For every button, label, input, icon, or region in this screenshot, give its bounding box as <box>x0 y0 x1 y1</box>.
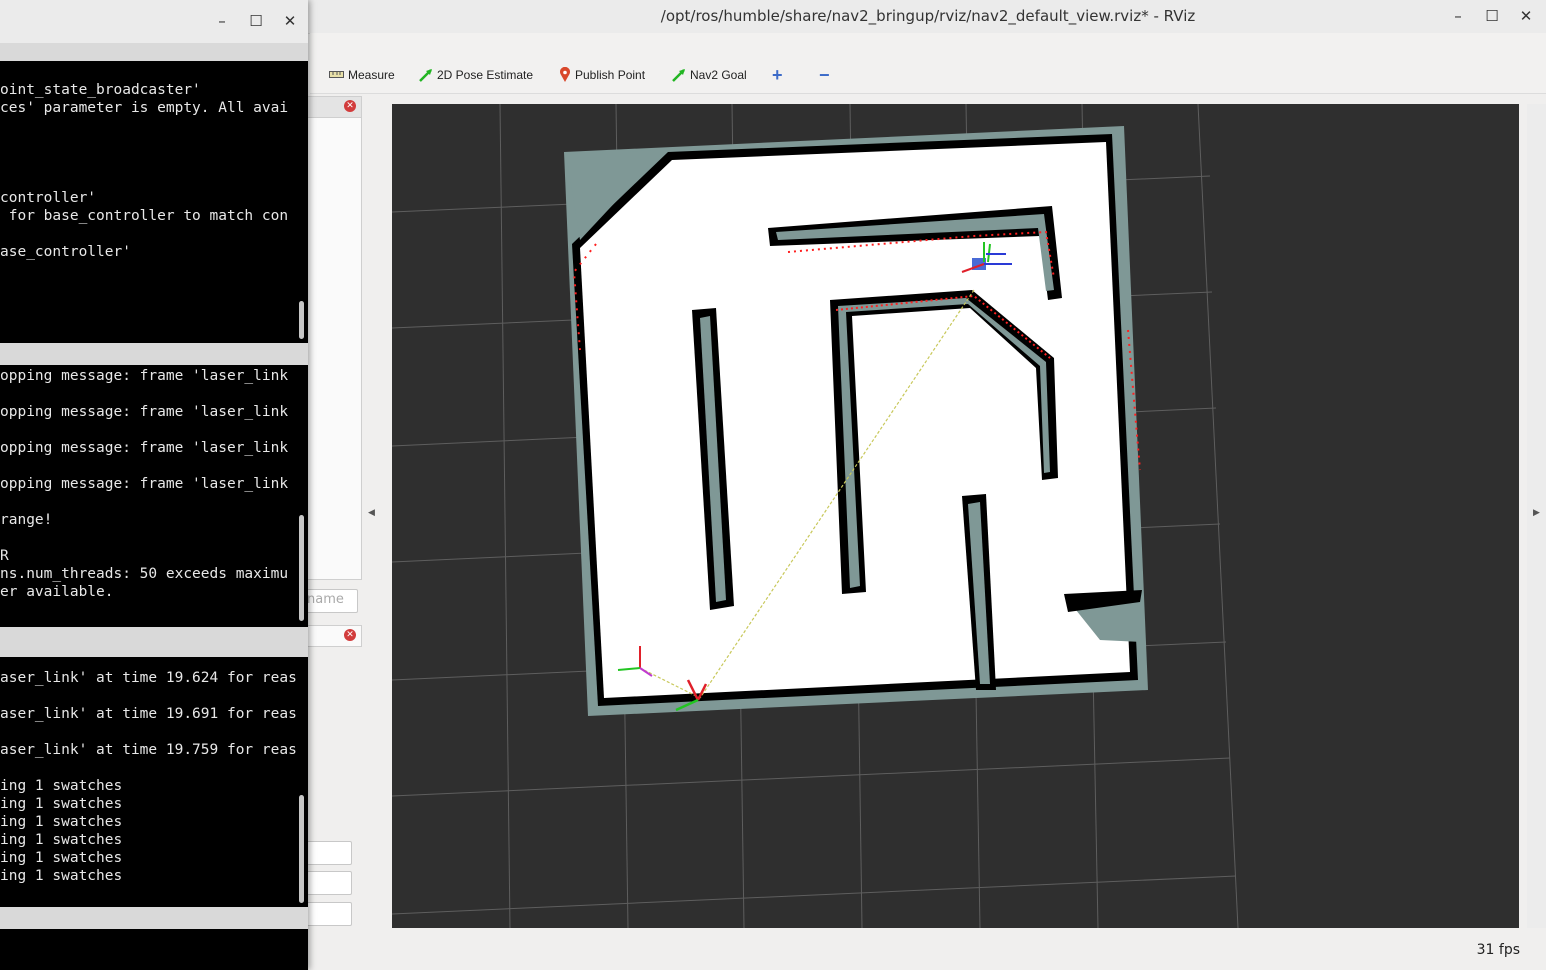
terminal-pane-2[interactable]: opping message: frame 'laser_link opping… <box>0 365 308 627</box>
pane-header <box>0 343 308 365</box>
terminal-pane-4[interactable] <box>0 929 308 970</box>
statusbar: 31 fps <box>310 930 1546 970</box>
terminal-line: ns.num_threads: 50 exceeds maximu <box>0 566 289 582</box>
add-tool-button[interactable]: + <box>772 57 783 93</box>
terminal-line: aser_link' at time 19.759 for reas <box>0 742 297 758</box>
toolbar: Measure 2D Pose Estimate Publish Point N… <box>310 57 1546 94</box>
terminal-pane-1[interactable]: oint_state_broadcaster' ces' parameter i… <box>0 61 308 343</box>
pane-header <box>0 907 308 929</box>
terminal-line: ase_controller' <box>0 244 131 260</box>
terminal-window[interactable]: – ☐ ✕ oint_state_broadcaster' ces' param… <box>0 0 308 970</box>
3d-viewport[interactable] <box>392 104 1519 928</box>
pane-header <box>0 43 308 61</box>
right-dock-handle[interactable]: ▶ <box>1527 104 1546 928</box>
publish-point-tool[interactable]: Publish Point <box>559 57 645 93</box>
maximize-button[interactable]: ☐ <box>1481 6 1503 28</box>
occupancy-map <box>564 126 1148 716</box>
terminal-line: ing 1 swatches <box>0 832 123 848</box>
minimize-button[interactable]: – <box>211 11 233 33</box>
green-arrow-icon <box>672 69 685 82</box>
close-panel-icon[interactable]: ✕ <box>344 629 356 641</box>
terminal-line: er available. <box>0 584 114 600</box>
remove-tool-button[interactable]: − <box>819 57 830 93</box>
terminal-line: R <box>0 548 9 564</box>
terminal-line: ing 1 swatches <box>0 796 123 812</box>
menubar <box>310 33 1546 57</box>
terminal-titlebar[interactable]: – ☐ ✕ <box>0 0 308 43</box>
publish-point-label: Publish Point <box>575 68 646 82</box>
terminal-line: opping message: frame 'laser_link <box>0 368 289 384</box>
measure-tool[interactable]: Measure <box>329 57 395 93</box>
nav2-goal-tool[interactable]: Nav2 Goal <box>672 57 747 93</box>
terminal-pane-3[interactable]: aser_link' at time 19.624 for reas aser_… <box>0 657 308 907</box>
green-arrow-icon <box>419 69 432 82</box>
views-panel: ✕ <box>300 625 362 647</box>
map-render[interactable] <box>392 104 1519 928</box>
scrollbar[interactable] <box>299 795 304 903</box>
terminal-line: opping message: frame 'laser_link <box>0 476 289 492</box>
measure-label: Measure <box>348 68 395 82</box>
ruler-icon <box>329 71 344 78</box>
scrollbar[interactable] <box>299 301 304 339</box>
maximize-button[interactable]: ☐ <box>245 11 267 33</box>
collapse-left-handle[interactable]: ◀ <box>368 508 375 518</box>
close-button[interactable]: ✕ <box>1515 6 1537 28</box>
terminal-line: opping message: frame 'laser_link <box>0 404 289 420</box>
window-title: /opt/ros/humble/share/nav2_bringup/rviz/… <box>660 7 1196 25</box>
fps-counter: 31 fps <box>1476 942 1520 958</box>
displays-panel: ✕ <box>300 96 362 580</box>
minimize-button[interactable]: – <box>1447 6 1469 28</box>
scrollbar[interactable] <box>299 515 304 621</box>
terminal-line: ces' parameter is empty. All avai <box>0 100 289 116</box>
terminal-line: oint_state_broadcaster' <box>0 82 201 98</box>
map-pin-icon <box>560 67 570 82</box>
collapse-right-handle[interactable]: ▶ <box>1533 508 1540 518</box>
name-field[interactable]: name <box>300 589 358 613</box>
terminal-line: aser_link' at time 19.691 for reas <box>0 706 297 722</box>
terminal-line: ing 1 swatches <box>0 778 123 794</box>
close-panel-icon[interactable]: ✕ <box>344 100 356 112</box>
terminal-line: opping message: frame 'laser_link <box>0 440 289 456</box>
terminal-line: aser_link' at time 19.624 for reas <box>0 670 297 686</box>
terminal-line: for base_controller to match con <box>0 208 289 224</box>
terminal-line: range! <box>0 512 53 528</box>
terminal-line: ing 1 swatches <box>0 868 123 884</box>
pane-header <box>0 627 308 657</box>
pose-estimate-tool[interactable]: 2D Pose Estimate <box>419 57 533 93</box>
close-button[interactable]: ✕ <box>279 11 301 33</box>
terminal-line: controller' <box>0 190 97 206</box>
pose-estimate-label: 2D Pose Estimate <box>437 68 534 82</box>
terminal-line: ing 1 swatches <box>0 814 123 830</box>
terminal-line: ing 1 swatches <box>0 850 123 866</box>
nav2-goal-label: Nav2 Goal <box>690 68 747 82</box>
